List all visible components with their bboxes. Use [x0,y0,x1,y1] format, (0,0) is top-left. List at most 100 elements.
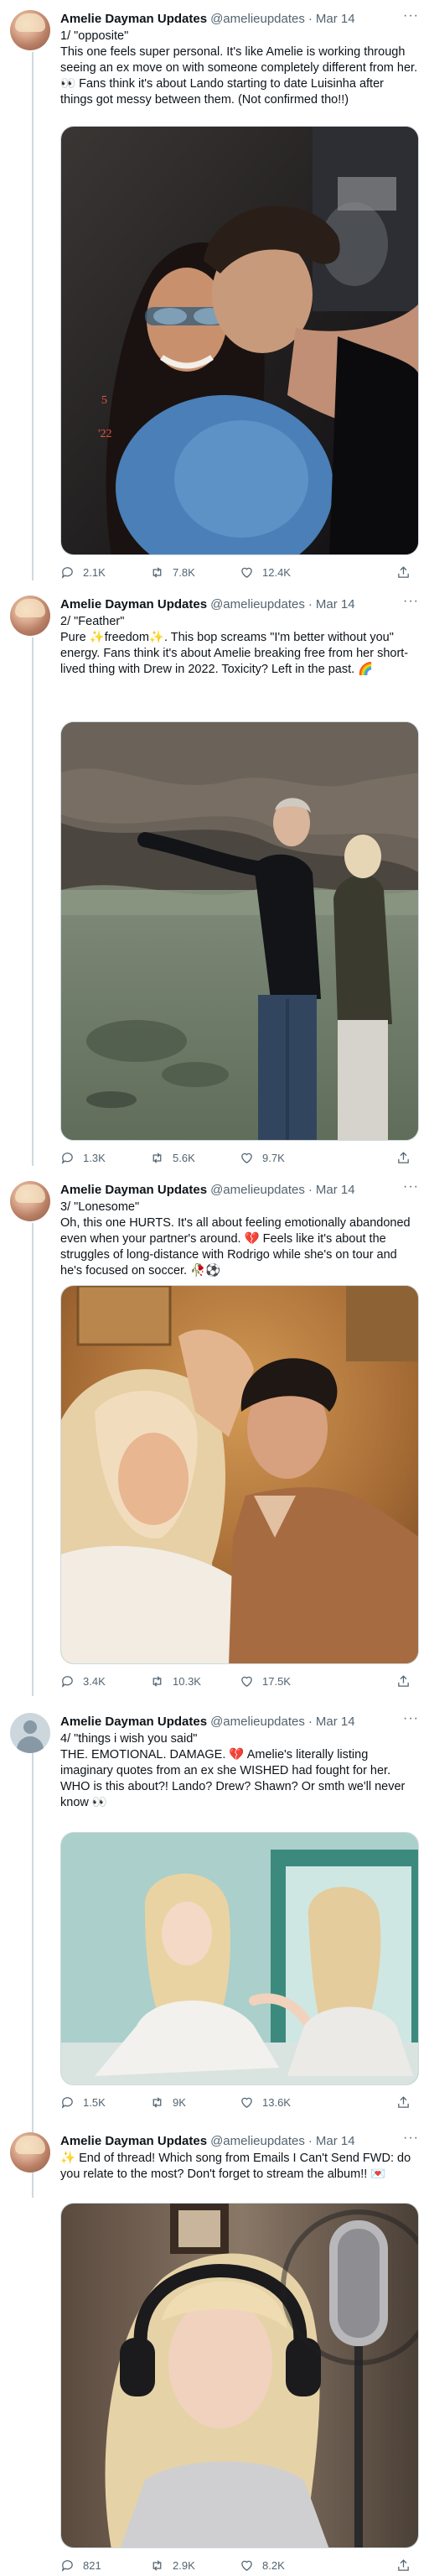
reply-button[interactable]: 1.3K [60,1151,150,1165]
retweet-button[interactable]: 2.9K [150,2558,240,2573]
share-button[interactable] [396,2558,419,2573]
retweet-icon [152,2559,162,2571]
tweet-text: 2/ "Feather" Pure ✨freedom✨. This bop sc… [60,615,409,676]
retweet-count: 7.8K [173,565,195,579]
retweet-count: 9K [173,2095,186,2109]
tweet-photo[interactable] [60,721,419,1141]
retweet-count: 5.6K [173,1151,195,1164]
share-icon [398,1151,409,1163]
tweet-date[interactable]: Mar 14 [316,597,355,611]
tweet-text: 1/ "opposite" This one feels super perso… [60,29,418,107]
reply-count: 1.3K [83,1151,106,1164]
like-count: 9.7K [262,1151,285,1164]
separator-dot: · [308,596,313,611]
retweet-icon [152,566,162,578]
author-name[interactable]: Amelie Dayman Updates [60,2134,207,2148]
tweet-photo[interactable]: 5 '22 [60,126,419,555]
author-handle[interactable]: @amelieupdates [210,1715,305,1729]
like-count: 8.2K [262,2558,285,2572]
reply-icon [61,566,73,579]
reply-button[interactable]: 3.4K [60,1674,150,1689]
retweet-button[interactable]: 9K [150,2095,240,2110]
share-button[interactable] [396,565,419,580]
reply-count: 3.4K [83,1674,106,1688]
heart-icon [241,2097,252,2108]
retweet-button[interactable]: 10.3K [150,1674,240,1689]
share-button[interactable] [396,1151,419,1165]
author-name[interactable]: Amelie Dayman Updates [60,597,207,611]
heart-icon [241,1676,252,1687]
like-button[interactable]: 13.6K [240,2095,329,2110]
retweet-button[interactable]: 7.8K [150,565,240,580]
tweet[interactable]: Amelie Dayman Updates @amelieupdates · M… [0,0,429,587]
tweet[interactable]: Amelie Dayman Updates @amelieupdates · M… [0,1171,429,1703]
reply-button[interactable]: 821 [60,2558,150,2573]
retweet-count: 2.9K [173,2558,195,2572]
retweet-icon [152,1675,162,1687]
avatar[interactable] [10,10,50,50]
retweet-button[interactable]: 5.6K [150,1151,240,1165]
like-button[interactable]: 8.2K [240,2558,329,2573]
author-handle[interactable]: @amelieupdates [210,2134,305,2148]
tweet-photo[interactable] [60,1285,419,1664]
author-name[interactable]: Amelie Dayman Updates [60,1715,207,1729]
heart-icon [241,1153,252,1163]
author-handle[interactable]: @amelieupdates [210,1183,305,1197]
tweet-photo[interactable] [60,2203,419,2548]
like-button[interactable]: 9.7K [240,1151,329,1165]
separator-dot: · [308,1714,313,1729]
like-button[interactable]: 17.5K [240,1674,329,1689]
tweet-text: 3/ "Lonesome" Oh, this one HURTS. It's a… [60,1200,411,1278]
share-button[interactable] [396,1674,419,1689]
like-count: 12.4K [262,565,291,579]
reply-button[interactable]: 1.5K [60,2095,150,2110]
photo-aquarium [61,722,418,1140]
reply-icon [61,2096,73,2109]
more-icon[interactable]: ··· [403,2131,419,2146]
avatar[interactable] [10,596,50,636]
photo-couple-warm [61,1286,418,1663]
share-icon [398,2558,409,2571]
author-handle[interactable]: @amelieupdates [210,12,305,26]
tweet-date[interactable]: Mar 14 [316,1183,355,1197]
separator-dot: · [308,11,313,26]
author-name[interactable]: Amelie Dayman Updates [60,12,207,26]
heart-icon [241,567,252,578]
share-icon [398,1674,409,1687]
retweet-icon [152,2096,162,2108]
avatar[interactable] [10,1713,50,1753]
tweet[interactable]: Amelie Dayman Updates @amelieupdates · M… [0,585,429,1173]
heart-icon [241,2560,252,2571]
separator-dot: · [308,2133,313,2148]
tweet-text: ✨ End of thread! Which song from Emails … [60,2152,415,2181]
retweet-count: 10.3K [173,1674,201,1688]
author-handle[interactable]: @amelieupdates [210,597,305,611]
reply-count: 1.5K [83,2095,106,2109]
photo-date-stamp-year: '22 [98,428,112,440]
share-button[interactable] [396,2095,419,2110]
photo-couple-night: 5 '22 [61,127,418,554]
tweet[interactable]: Amelie Dayman Updates @amelieupdates · M… [0,2122,429,2576]
like-button[interactable]: 12.4K [240,565,329,580]
reply-icon [61,1152,73,1164]
author-name[interactable]: Amelie Dayman Updates [60,1183,207,1197]
like-count: 17.5K [262,1674,291,1688]
avatar[interactable] [10,1181,50,1221]
reply-button[interactable]: 2.1K [60,565,150,580]
more-icon[interactable]: ··· [403,8,419,23]
like-count: 13.6K [262,2095,291,2109]
share-icon [398,2095,409,2108]
more-icon[interactable]: ··· [403,1711,419,1726]
tweet-date[interactable]: Mar 14 [316,12,355,26]
reply-count: 2.1K [83,565,106,579]
more-icon[interactable]: ··· [403,594,419,609]
more-icon[interactable]: ··· [403,1179,419,1194]
tweet-date[interactable]: Mar 14 [316,2134,355,2148]
tweet[interactable]: Amelie Dayman Updates @amelieupdates · M… [0,1703,429,2122]
separator-dot: · [308,1182,313,1197]
photo-mirror-teal [61,1833,418,2084]
reply-icon [61,2559,73,2572]
tweet-photo[interactable] [60,1832,419,2085]
avatar[interactable] [10,2132,50,2173]
tweet-date[interactable]: Mar 14 [316,1715,355,1729]
